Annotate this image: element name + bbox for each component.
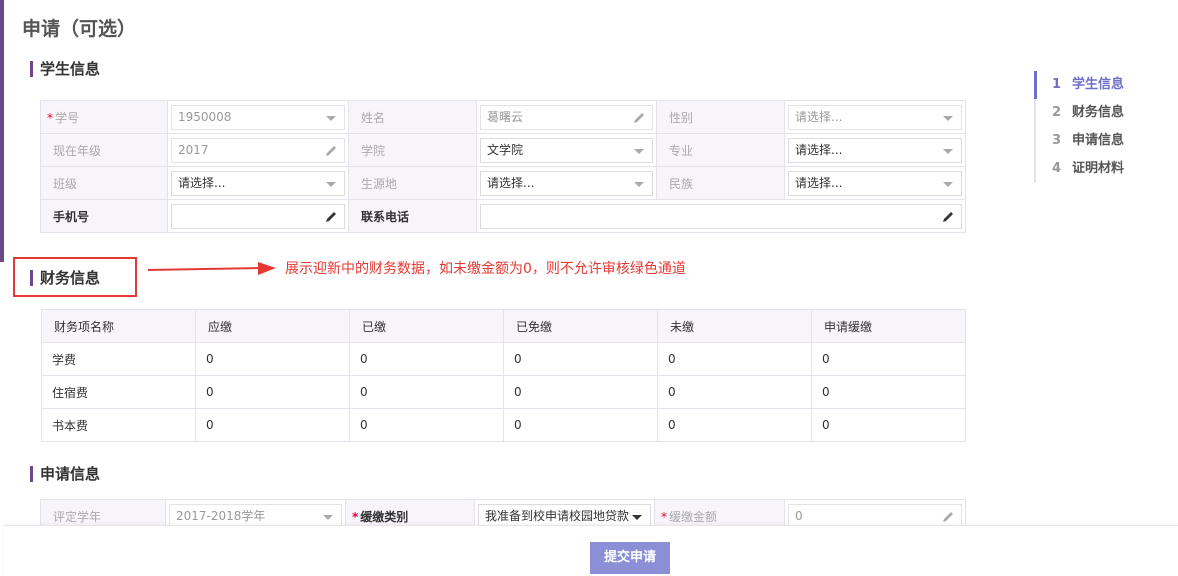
table-cell: 0	[811, 375, 966, 409]
pencil-icon	[943, 511, 953, 522]
column-header: 财务项名称	[41, 309, 196, 343]
table-cell: 0	[349, 342, 504, 376]
table-cell: 0	[811, 342, 966, 376]
submit-button[interactable]: 提交申请	[590, 542, 670, 574]
gender-label: 性别	[656, 100, 785, 134]
column-header: 已缴	[349, 309, 504, 343]
chevron-down-icon	[326, 115, 336, 121]
table-row: 书本费 0 0 0 0 0	[41, 408, 966, 442]
phone-input[interactable]	[480, 203, 962, 229]
table-cell: 学费	[41, 342, 196, 376]
class-select[interactable]: 请选择...	[171, 170, 345, 196]
phone-label: 联系电话	[348, 199, 477, 233]
table-cell: 0	[195, 375, 350, 409]
table-cell: 0	[657, 375, 812, 409]
pencil-icon	[634, 112, 644, 123]
origin-label: 生源地	[348, 166, 477, 200]
student-id-select[interactable]: 1950008	[171, 104, 345, 130]
chevron-down-icon	[943, 181, 953, 187]
major-select[interactable]: 请选择...	[788, 137, 962, 163]
table-cell: 0	[503, 342, 658, 376]
chevron-down-icon	[634, 181, 644, 187]
student-info-form: 学号 1950008 姓名 葛曙云 性别 请选择... 现在年级 2017 学院…	[40, 100, 966, 233]
table-cell: 0	[503, 408, 658, 442]
chevron-down-icon	[634, 148, 644, 154]
pencil-icon	[326, 145, 336, 156]
table-cell: 0	[657, 342, 812, 376]
name-input[interactable]: 葛曙云	[480, 104, 653, 130]
grade-label: 现在年级	[40, 133, 168, 167]
table-cell: 0	[503, 375, 658, 409]
ethnicity-select[interactable]: 请选择...	[788, 170, 962, 196]
table-header-row: 财务项名称 应缴 已缴 已免缴 未缴 申请缓缴	[41, 309, 966, 343]
mobile-input[interactable]	[171, 203, 345, 229]
grade-input[interactable]: 2017	[171, 137, 345, 163]
name-label: 姓名	[348, 100, 477, 134]
table-cell: 0	[195, 408, 350, 442]
table-cell: 0	[349, 375, 504, 409]
college-select[interactable]: 文学院	[480, 137, 653, 163]
mobile-label: 手机号	[40, 199, 168, 233]
column-header: 申请缓缴	[811, 309, 966, 343]
table-cell: 0	[195, 342, 350, 376]
table-cell: 0	[657, 408, 812, 442]
annotation-text: 展示迎新中的财务数据，如未缴金额为0，则不允许审核绿色通道	[285, 261, 686, 277]
chevron-down-icon	[326, 181, 336, 187]
step-finance-info[interactable]: 2 财务信息	[1036, 99, 1124, 127]
college-label: 学院	[348, 133, 477, 167]
page-title: 申请（可选）	[22, 18, 137, 40]
table-row: 住宿费 0 0 0 0 0	[41, 375, 966, 409]
pencil-icon	[326, 211, 336, 222]
gender-select[interactable]: 请选择...	[788, 104, 962, 130]
step-proof-materials[interactable]: 4 证明材料	[1036, 155, 1124, 183]
major-label: 专业	[656, 133, 785, 167]
table-cell: 住宿费	[41, 375, 196, 409]
left-accent-bar	[0, 0, 4, 262]
section-title-finance: 财务信息	[30, 269, 100, 287]
table-cell: 0	[811, 408, 966, 442]
column-header: 应缴	[195, 309, 350, 343]
pencil-icon	[943, 211, 953, 222]
section-title-application: 申请信息	[30, 465, 100, 483]
finance-table: 财务项名称 应缴 已缴 已免缴 未缴 申请缓缴 学费 0 0 0 0 0 住宿费…	[41, 309, 966, 442]
annotation-arrow	[148, 262, 276, 275]
step-student-info[interactable]: 1 学生信息	[1033, 71, 1124, 99]
table-cell: 书本费	[41, 408, 196, 442]
chevron-down-icon	[632, 514, 642, 520]
section-title-student: 学生信息	[30, 60, 100, 78]
origin-select[interactable]: 请选择...	[480, 170, 653, 196]
student-id-label: 学号	[40, 100, 168, 134]
step-navigation: 1 学生信息 2 财务信息 3 申请信息 4 证明材料	[1033, 71, 1124, 183]
chevron-down-icon	[323, 514, 333, 520]
column-header: 已免缴	[503, 309, 658, 343]
chevron-down-icon	[943, 148, 953, 154]
class-label: 班级	[40, 166, 168, 200]
table-cell: 0	[349, 408, 504, 442]
ethnicity-label: 民族	[656, 166, 785, 200]
table-row: 学费 0 0 0 0 0	[41, 342, 966, 376]
chevron-down-icon	[943, 115, 953, 121]
column-header: 未缴	[657, 309, 812, 343]
step-application-info[interactable]: 3 申请信息	[1036, 127, 1124, 155]
